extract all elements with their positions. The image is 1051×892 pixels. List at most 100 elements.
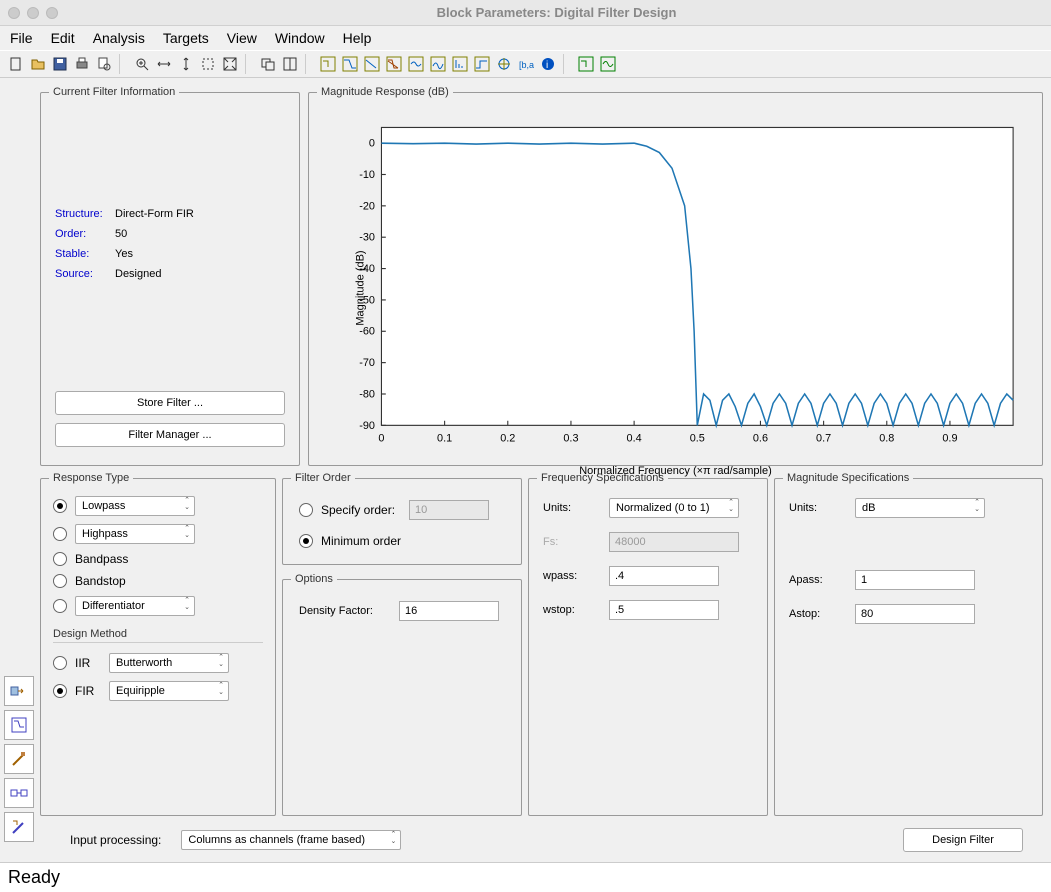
specify-order-radio[interactable] bbox=[299, 503, 313, 517]
menu-view[interactable]: View bbox=[227, 30, 257, 46]
min-dot[interactable] bbox=[27, 7, 39, 19]
info-icon[interactable]: i bbox=[538, 54, 558, 74]
import-filter-tool-icon[interactable] bbox=[4, 710, 34, 740]
realize-icon[interactable] bbox=[598, 54, 618, 74]
fullview-icon[interactable] bbox=[220, 54, 240, 74]
window-controls bbox=[8, 7, 58, 19]
freq-units-label: Units: bbox=[543, 502, 599, 514]
menu-help[interactable]: Help bbox=[343, 30, 372, 46]
layout-icon[interactable] bbox=[280, 54, 300, 74]
filter-order-panel: Filter Order Specify order:10 Minimum or… bbox=[282, 472, 522, 565]
filter-vis-icon[interactable] bbox=[576, 54, 596, 74]
left-toolstrip bbox=[4, 86, 40, 862]
iir-radio[interactable] bbox=[53, 656, 67, 670]
phase-delay-icon[interactable] bbox=[428, 54, 448, 74]
mag-spec-legend: Magnitude Specifications bbox=[783, 472, 913, 484]
apass-field[interactable]: 1 bbox=[855, 570, 975, 590]
bandstop-radio[interactable] bbox=[53, 574, 67, 588]
highpass-select[interactable]: Highpass bbox=[75, 524, 195, 544]
bandpass-radio[interactable] bbox=[53, 552, 67, 566]
apass-label: Apass: bbox=[789, 574, 845, 586]
impulse-resp-icon[interactable] bbox=[450, 54, 470, 74]
input-processing-select[interactable]: Columns as channels (frame based) bbox=[181, 830, 401, 850]
structure-value: Direct-Form FIR bbox=[115, 208, 194, 220]
menu-targets[interactable]: Targets bbox=[163, 30, 209, 46]
freq-units-select[interactable]: Normalized (0 to 1) bbox=[609, 498, 739, 518]
zoom-out-icon[interactable] bbox=[198, 54, 218, 74]
open-icon[interactable] bbox=[28, 54, 48, 74]
realize-model-tool-icon[interactable] bbox=[4, 778, 34, 808]
response-type-legend: Response Type bbox=[49, 472, 133, 484]
menu-edit[interactable]: Edit bbox=[51, 30, 75, 46]
bandstop-label: Bandstop bbox=[75, 574, 126, 588]
magnitude-chart: Magnitude (dB) 0-10-20-30-40-50-60-70-80… bbox=[327, 116, 1024, 460]
zoom-in-icon[interactable] bbox=[132, 54, 152, 74]
print-preview-icon[interactable] bbox=[94, 54, 114, 74]
close-dot[interactable] bbox=[8, 7, 20, 19]
wpass-label: wpass: bbox=[543, 570, 599, 582]
iir-select[interactable]: Butterworth bbox=[109, 653, 229, 673]
magnitude-spec-panel: Magnitude Specifications Units: dB Apass:… bbox=[774, 472, 1043, 816]
window-icon[interactable] bbox=[258, 54, 278, 74]
diff-select[interactable]: Differentiator bbox=[75, 596, 195, 616]
stable-value: Yes bbox=[115, 248, 133, 260]
max-dot[interactable] bbox=[46, 7, 58, 19]
bottom-row: Input processing: Columns as channels (f… bbox=[40, 822, 1043, 862]
titlebar: Block Parameters: Digital Filter Design bbox=[0, 0, 1051, 26]
svg-text:-30: -30 bbox=[359, 231, 375, 243]
svg-text:0.1: 0.1 bbox=[437, 432, 452, 444]
wpass-field[interactable]: .4 bbox=[609, 566, 719, 586]
svg-text:-70: -70 bbox=[359, 357, 375, 369]
design-filter-tool-icon[interactable] bbox=[4, 676, 34, 706]
density-label: Density Factor: bbox=[299, 605, 389, 617]
group-delay-icon[interactable] bbox=[406, 54, 426, 74]
polezero-icon[interactable] bbox=[494, 54, 514, 74]
chart-ylabel: Magnitude (dB) bbox=[355, 250, 367, 325]
fir-label: FIR bbox=[75, 684, 101, 698]
wstop-field[interactable]: .5 bbox=[609, 600, 719, 620]
menu-file[interactable]: File bbox=[10, 30, 33, 46]
menu-window[interactable]: Window bbox=[275, 30, 325, 46]
svg-text:0.2: 0.2 bbox=[500, 432, 515, 444]
density-field[interactable]: 16 bbox=[399, 601, 499, 621]
highpass-radio[interactable] bbox=[53, 527, 67, 541]
window-title: Block Parameters: Digital Filter Design bbox=[70, 5, 1043, 20]
step-resp-icon[interactable] bbox=[472, 54, 492, 74]
filter-manager-button[interactable]: Filter Manager ... bbox=[55, 423, 285, 447]
magphase-icon[interactable] bbox=[384, 54, 404, 74]
polezero-edit-tool-icon[interactable] bbox=[4, 744, 34, 774]
svg-text:[b,a]: [b,a] bbox=[519, 60, 534, 70]
svg-text:i: i bbox=[546, 60, 548, 71]
zoom-y-icon[interactable] bbox=[176, 54, 196, 74]
lowpass-select[interactable]: Lowpass bbox=[75, 496, 195, 516]
mag-units-select[interactable]: dB bbox=[855, 498, 985, 518]
coeffs-icon[interactable]: [b,a] bbox=[516, 54, 536, 74]
quantize-tool-icon[interactable] bbox=[4, 812, 34, 842]
diff-radio[interactable] bbox=[53, 599, 67, 613]
print-icon[interactable] bbox=[72, 54, 92, 74]
frequency-spec-panel: Frequency Specifications Units:Normalize… bbox=[528, 472, 768, 816]
order-label: Order: bbox=[55, 228, 115, 240]
store-filter-button[interactable]: Store Filter ... bbox=[55, 391, 285, 415]
fir-select[interactable]: Equiripple bbox=[109, 681, 229, 701]
mag-resp-icon[interactable] bbox=[340, 54, 360, 74]
mag-units-label: Units: bbox=[789, 502, 845, 514]
zoom-x-icon[interactable] bbox=[154, 54, 174, 74]
filter-spec-icon[interactable] bbox=[318, 54, 338, 74]
save-icon[interactable] bbox=[50, 54, 70, 74]
source-label: Source: bbox=[55, 268, 115, 280]
menu-analysis[interactable]: Analysis bbox=[93, 30, 145, 46]
magnitude-response-panel: Magnitude Response (dB) Magnitude (dB) 0… bbox=[308, 86, 1043, 466]
astop-field[interactable]: 80 bbox=[855, 604, 975, 624]
min-order-radio[interactable] bbox=[299, 534, 313, 548]
lowpass-radio[interactable] bbox=[53, 499, 67, 513]
new-icon[interactable] bbox=[6, 54, 26, 74]
fs-label: Fs: bbox=[543, 536, 599, 548]
order-value: 50 bbox=[115, 228, 127, 240]
mag-response-legend: Magnitude Response (dB) bbox=[317, 86, 453, 98]
fir-radio[interactable] bbox=[53, 684, 67, 698]
svg-text:0: 0 bbox=[369, 137, 375, 149]
svg-text:-90: -90 bbox=[359, 420, 375, 432]
design-filter-button[interactable]: Design Filter bbox=[903, 828, 1023, 852]
phase-resp-icon[interactable] bbox=[362, 54, 382, 74]
